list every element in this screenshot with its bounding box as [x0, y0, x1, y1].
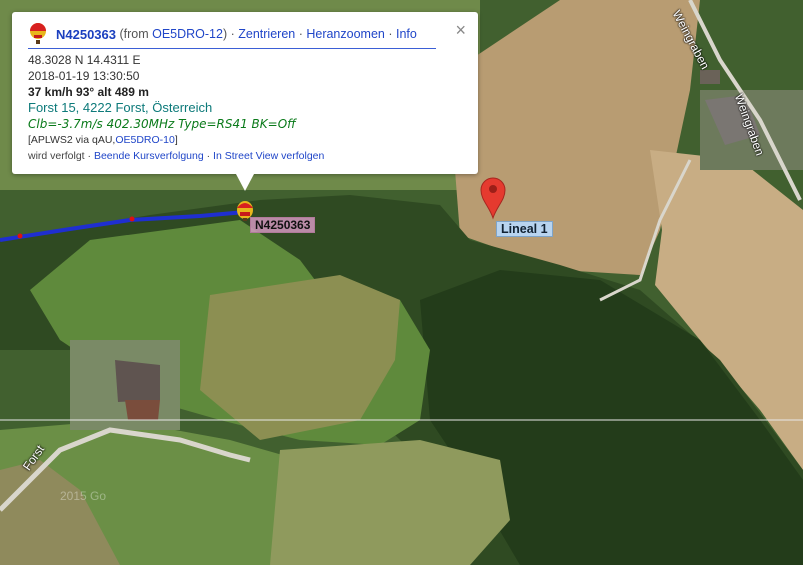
separator: ·	[384, 27, 396, 41]
shed	[700, 70, 720, 84]
timestamp: 2018-01-19 13:30:50	[28, 69, 140, 83]
coordinates: 48.3028 N 14.4311 E	[28, 53, 141, 67]
track-status: wird verfolgt	[28, 150, 85, 162]
from-station-link[interactable]: OE5DRO-12	[152, 27, 223, 41]
farm-roof	[115, 360, 160, 402]
packet-path: [APLWS2 via qAU,OE5DRO-10]	[28, 132, 468, 148]
callsign-link[interactable]: N4250363	[56, 27, 116, 42]
station-info-window: × N4250363 (from OE5DRO-12 ) · Zentriere…	[12, 12, 478, 191]
ruler-label[interactable]: Lineal 1	[496, 221, 553, 237]
separator: ·	[84, 150, 94, 162]
address: Forst 15, 4222 Forst, Österreich	[28, 100, 213, 115]
telemetry-comment: Clb=-3.7m/s 402.30MHz Type=RS41 BK=Off	[28, 117, 296, 131]
info-header: N4250363 (from OE5DRO-12 ) · Zentrieren …	[28, 22, 436, 49]
stop-tracking-link[interactable]: Beende Kursverfolgung	[94, 150, 204, 162]
from-prefix: (from	[116, 27, 153, 41]
path-suffix: ]	[174, 134, 178, 146]
street-view-follow-link[interactable]: In Street View verfolgen	[213, 150, 324, 162]
info-link[interactable]: Info	[396, 27, 417, 41]
tracking-row: wird verfolgt · Beende Kursverfolgung · …	[28, 148, 468, 164]
zoom-in-link[interactable]: Heranzoomen	[306, 27, 385, 41]
track-point[interactable]	[17, 233, 23, 239]
farm-roof-red	[125, 400, 160, 420]
path-station-link[interactable]: OE5DRO-10	[115, 134, 175, 146]
center-link[interactable]: Zentrieren	[238, 27, 295, 41]
balloon-icon	[30, 23, 46, 44]
separator: ·	[295, 27, 307, 41]
station-label[interactable]: N4250363	[250, 217, 316, 233]
close-icon[interactable]: ×	[455, 20, 466, 41]
track-point[interactable]	[129, 216, 135, 222]
map-watermark: 2015 Go	[60, 489, 106, 503]
path-prefix: [APLWS2 via qAU,	[28, 134, 116, 146]
field-south	[270, 440, 510, 565]
separator: ·	[227, 27, 239, 41]
speed-heading-altitude: 37 km/h 93° alt 489 m	[28, 85, 149, 99]
separator: ·	[203, 150, 214, 162]
